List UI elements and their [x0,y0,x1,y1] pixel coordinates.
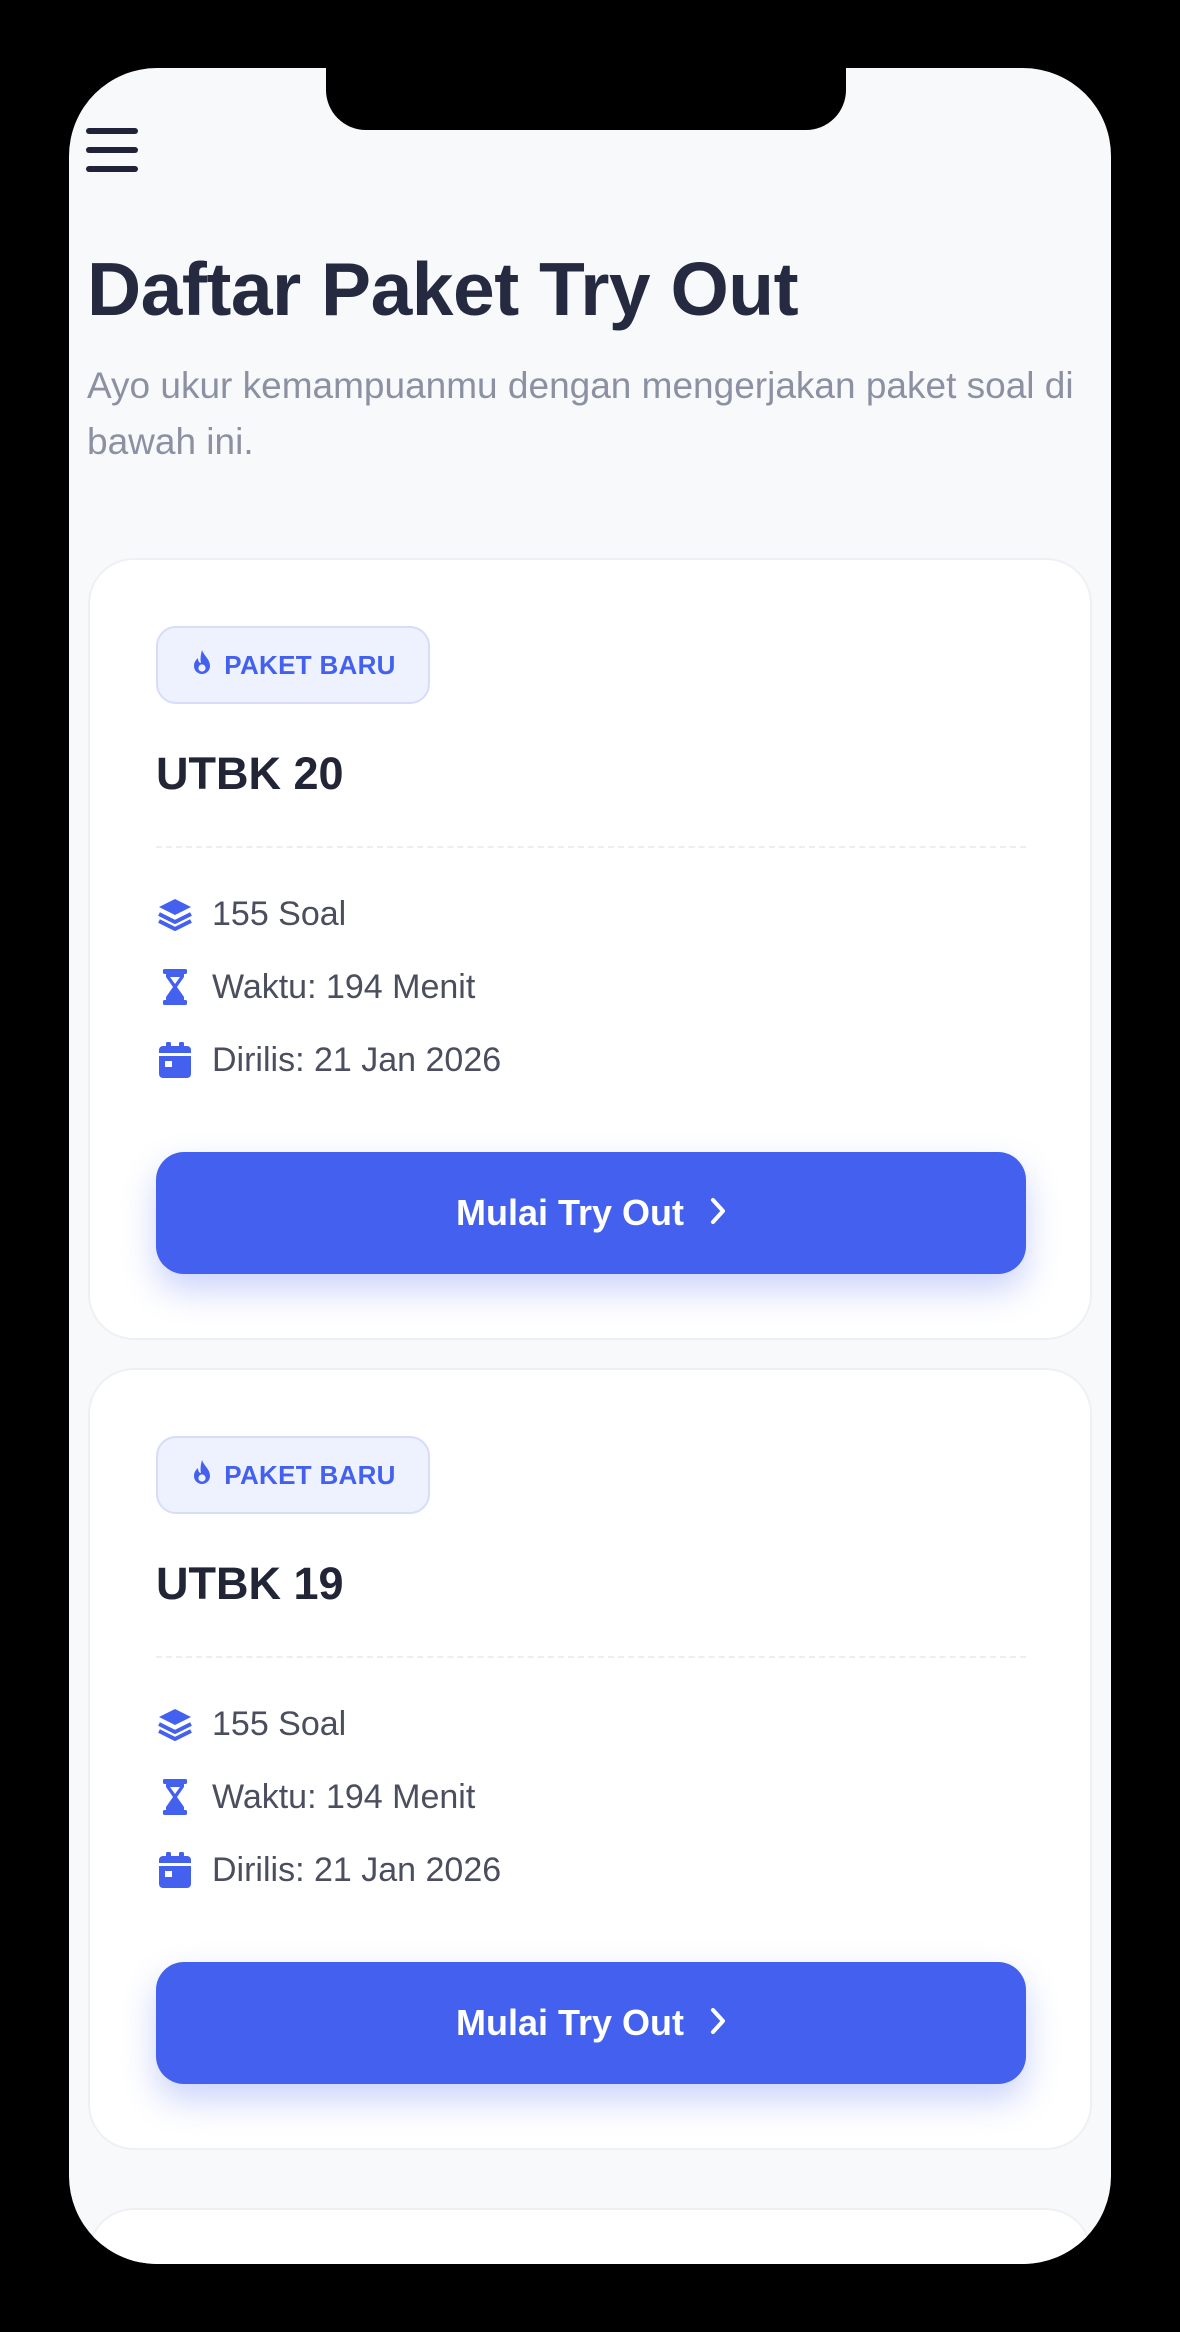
app-screen: Daftar Paket Try Out Ayo ukur kemampuanm… [69,68,1111,2264]
package-card: PAKET BARU UTBK 20 155 Soal Waktu: 194 M… [90,560,1090,1338]
hamburger-icon[interactable] [86,128,138,172]
question-count: 155 Soal [212,1704,347,1743]
package-card-partial [90,2210,1090,2264]
chevron-right-icon [710,1197,726,1230]
badge-label: PAKET BARU [224,649,396,680]
fire-icon [190,649,214,682]
hourglass-icon [156,968,194,1006]
divider [156,1656,1026,1658]
duration-row: Waktu: 194 Menit [156,1773,475,1821]
release-date-row: Dirilis: 21 Jan 2026 [156,1036,501,1084]
new-package-badge: PAKET BARU [156,626,430,704]
calendar-icon [156,1851,194,1889]
page-subtitle: Ayo ukur kemampuanmu dengan mengerjakan … [87,365,1074,462]
package-card: PAKET BARU UTBK 19 155 Soal Waktu: 194 M… [90,1370,1090,2148]
phone-frame: Daftar Paket Try Out Ayo ukur kemampuanm… [0,0,1180,2332]
duration-row: Waktu: 194 Menit [156,963,475,1011]
release-date: Dirilis: 21 Jan 2026 [212,1040,502,1079]
package-title: UTBK 19 [156,1558,344,1609]
package-title: UTBK 20 [156,748,344,799]
menu-line [86,128,138,134]
menu-line [86,166,138,172]
duration: Waktu: 194 Menit [212,1777,476,1816]
release-date: Dirilis: 21 Jan 2026 [212,1850,502,1889]
layers-icon [156,1705,194,1743]
start-tryout-label: Mulai Try Out [455,1192,685,1233]
page-title: Daftar Paket Try Out [87,247,799,331]
question-count: 155 Soal [212,894,347,933]
start-tryout-button[interactable]: Mulai Try Out [156,1152,1026,1274]
start-tryout-button[interactable]: Mulai Try Out [156,1962,1026,2084]
phone-notch [326,68,846,130]
divider [156,846,1026,848]
menu-line [86,147,138,153]
calendar-icon [156,1041,194,1079]
hourglass-icon [156,1778,194,1816]
layers-icon [156,895,194,933]
release-date-row: Dirilis: 21 Jan 2026 [156,1846,501,1894]
question-count-row: 155 Soal [156,1700,346,1748]
chevron-right-icon [710,2007,726,2040]
new-package-badge: PAKET BARU [156,1436,430,1514]
duration: Waktu: 194 Menit [212,967,476,1006]
fire-icon [190,1459,214,1492]
badge-label: PAKET BARU [224,1459,396,1490]
question-count-row: 155 Soal [156,890,346,938]
start-tryout-label: Mulai Try Out [455,2002,685,2043]
